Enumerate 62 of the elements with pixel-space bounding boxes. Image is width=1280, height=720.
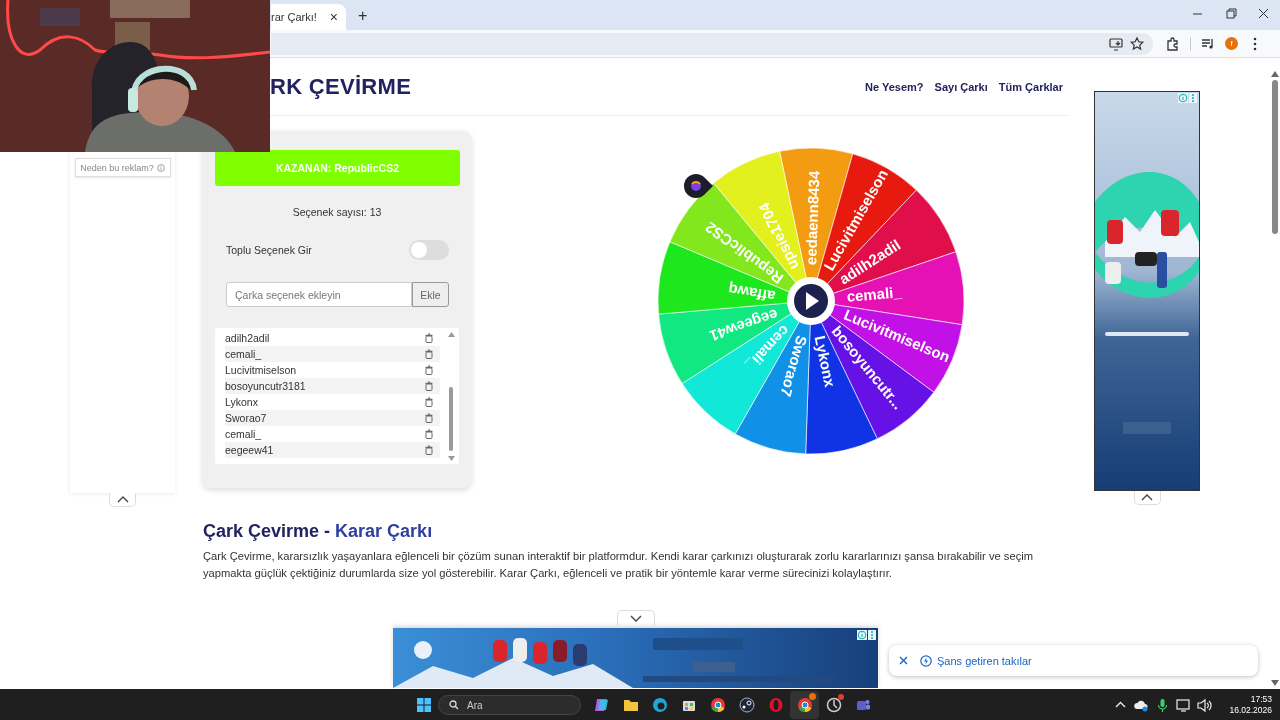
chevron-up-icon (1141, 494, 1153, 501)
collapse-button[interactable] (109, 493, 136, 507)
option-input[interactable]: Çarka seçenek ekleyin (226, 282, 412, 307)
puzzle-icon[interactable] (1165, 35, 1181, 52)
monitor-icon[interactable] (1175, 696, 1193, 714)
trash-icon[interactable] (425, 333, 433, 343)
bolt-icon (920, 654, 932, 667)
date-text: 16.02.2026 (1229, 705, 1272, 716)
segment-label: eedaenn8434 (802, 170, 823, 266)
trash-icon[interactable] (425, 413, 433, 423)
search-field[interactable]: Ara (438, 695, 581, 715)
collapse-button[interactable] (1133, 491, 1161, 505)
bulk-entry-label: Toplu Seçenek Gir (226, 244, 312, 256)
trash-icon[interactable] (425, 365, 433, 375)
scroll-down-icon[interactable] (447, 456, 455, 461)
install-icon[interactable] (1108, 35, 1124, 52)
option-item: Lucivitmiselson (225, 364, 297, 376)
close-icon[interactable] (899, 656, 908, 665)
nav-link[interactable]: Sayı Çarkı (934, 80, 988, 93)
segment-label: cemali_ (846, 283, 903, 305)
trash-icon[interactable] (425, 349, 433, 359)
speaker-icon[interactable] (1196, 696, 1214, 714)
nav-link[interactable]: Tüm Çarklar (998, 80, 1063, 93)
play-button[interactable] (787, 277, 835, 325)
trash-icon[interactable] (425, 445, 433, 455)
option-item: bosoyuncutr3181 (225, 380, 306, 392)
section-heading: Çark Çevirme - Karar Çarkı (203, 521, 434, 542)
add-button[interactable]: Ekle (412, 282, 449, 307)
scroll-up-icon[interactable] (1271, 71, 1279, 77)
pointer-pin-icon (684, 174, 713, 198)
scroll-down-icon[interactable] (1271, 680, 1279, 686)
scrollbar-thumb[interactable] (449, 386, 453, 451)
site-logo[interactable]: RK ÇEVİRME (270, 73, 412, 100)
lucky-charms-link[interactable]: Şans getiren takılar (920, 654, 1032, 667)
option-item: cemali_ (225, 428, 262, 440)
description-paragraph: Çark Çevirme, kararsızlık yaşayanlara eğlenceli bir çözüm sunan interaktif bir platformdur. Kendi karar çarkınızı oluşturarak zorlu kararlarınızı şansa bırakabilir ve seçim yapmakta güçlük çektiğiniz durumlarda size yol gösterebilir. Karar Çarkı, eğlenceli ve pratik bir yöntemle karar verme sürecinizi kolaylaştırır. (203, 549, 1035, 581)
scroll-up-icon[interactable] (447, 332, 455, 337)
option-item: Sworao7 (225, 412, 267, 424)
why-this-ad-button[interactable]: Neden bu reklam? (74, 158, 171, 177)
chevron-up-icon (116, 496, 129, 503)
chrome-icon[interactable] (790, 691, 819, 719)
chevron-down-icon (629, 614, 642, 622)
browser-tab[interactable]: rar Çarkı! × (271, 4, 346, 30)
toggle-switch[interactable] (409, 240, 449, 260)
star-icon[interactable] (1129, 35, 1145, 52)
trash-icon[interactable] (425, 397, 433, 407)
clock[interactable]: 17:53 16.02.2026 (1229, 694, 1272, 716)
trash-icon[interactable] (425, 381, 433, 391)
time-text: 17:53 (1250, 694, 1272, 705)
new-tab-button[interactable]: + (352, 6, 374, 26)
option-item: Lykonx (225, 396, 258, 408)
option-item: cemali_ (225, 348, 262, 360)
option-item: eegeew41 (225, 444, 274, 456)
nav-link[interactable]: Ne Yesem? (865, 80, 924, 93)
info-icon (156, 163, 165, 172)
expand-button[interactable] (616, 610, 655, 625)
option-item: adilh2adil (225, 332, 270, 344)
option-count: Seçenek sayısı: 13 (291, 206, 383, 218)
search-icon (449, 700, 459, 710)
trash-icon[interactable] (425, 429, 433, 439)
tab-close-button[interactable]: × (327, 9, 340, 25)
scrollbar-thumb[interactable] (1272, 80, 1278, 234)
